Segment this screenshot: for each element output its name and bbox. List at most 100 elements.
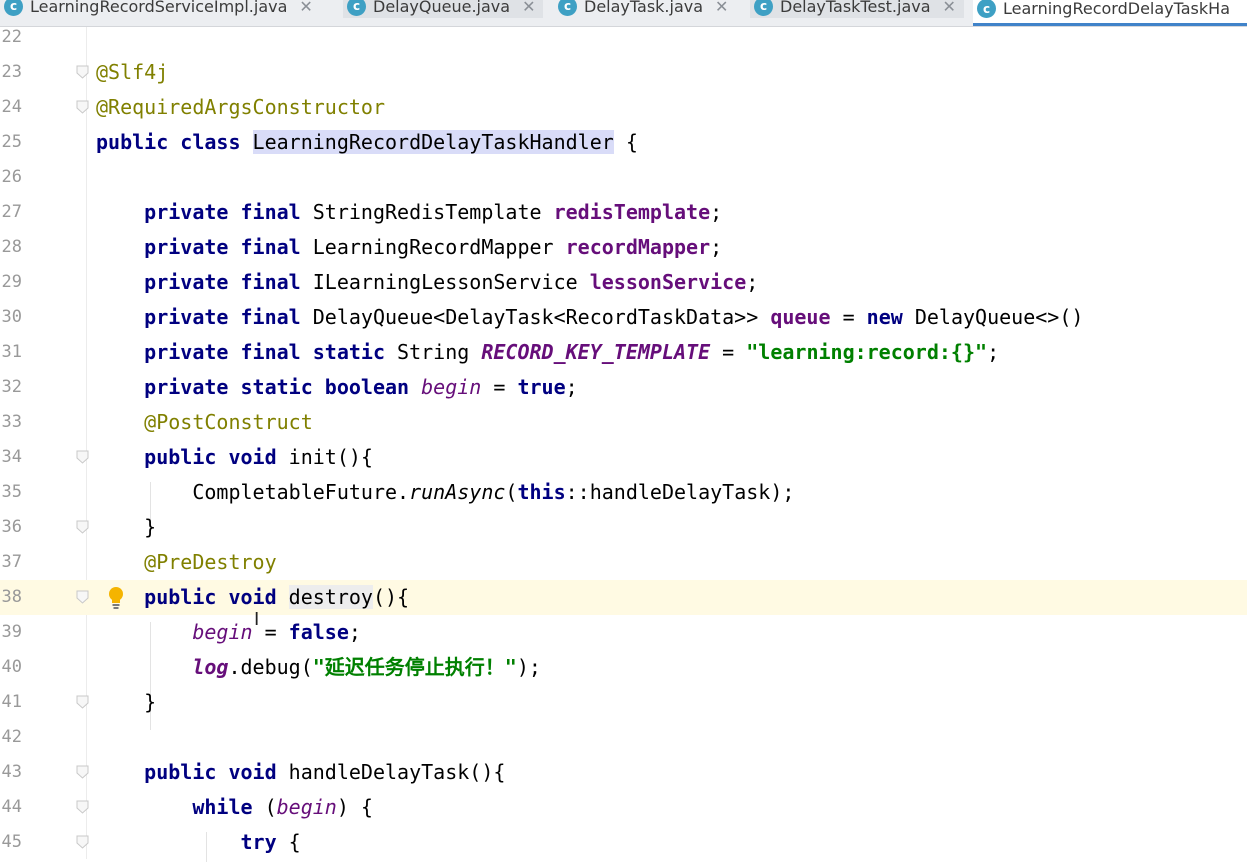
fold-marker-icon[interactable] bbox=[76, 590, 89, 604]
code-line[interactable]: 42 bbox=[0, 720, 1247, 755]
code-token: redisTemplate bbox=[553, 200, 711, 224]
code-token: begin bbox=[192, 620, 253, 644]
code-line[interactable]: 28 private final LearningRecordMapper re… bbox=[0, 230, 1247, 265]
fold-marker-icon[interactable] bbox=[76, 835, 89, 849]
line-number[interactable]: 25 bbox=[0, 125, 22, 160]
code-line[interactable]: 38 public void destroy(){ bbox=[0, 580, 1247, 615]
code-token: begin bbox=[421, 375, 482, 399]
line-number[interactable]: 41 bbox=[0, 685, 22, 720]
line-number[interactable]: 42 bbox=[0, 720, 22, 755]
tab-delay-queue[interactable]: c DelayQueue.java ✕ bbox=[343, 0, 544, 18]
code-line[interactable]: 27 private final StringRedisTemplate red… bbox=[0, 195, 1247, 230]
code-text: private final static String RECORD_KEY_T… bbox=[96, 335, 999, 370]
line-number[interactable]: 23 bbox=[0, 55, 22, 90]
code-line[interactable]: 25 public class LearningRecordDelayTaskHa… bbox=[0, 125, 1247, 160]
line-number[interactable]: 31 bbox=[0, 335, 22, 370]
code-token: } bbox=[96, 515, 157, 539]
fold-marker-icon[interactable] bbox=[76, 800, 89, 814]
line-number[interactable]: 27 bbox=[0, 195, 22, 230]
code-token: private final bbox=[96, 305, 313, 329]
tab-label: LearningRecordDelayTaskHa bbox=[1003, 0, 1230, 18]
line-number[interactable]: 30 bbox=[0, 300, 22, 335]
code-line[interactable]: 35 CompletableFuture.runAsync(this::hand… bbox=[0, 475, 1247, 510]
code-token: @Slf4j bbox=[96, 60, 169, 84]
code-line[interactable]: 36 } bbox=[0, 510, 1247, 545]
code-line[interactable]: 26 bbox=[0, 160, 1247, 195]
line-number[interactable]: 39 bbox=[0, 615, 22, 650]
close-icon[interactable]: ✕ bbox=[299, 0, 312, 16]
code-line[interactable]: 24 @RequiredArgsConstructor bbox=[0, 90, 1247, 125]
code-line[interactable]: 23 @Slf4j bbox=[0, 55, 1247, 90]
line-number[interactable]: 32 bbox=[0, 370, 22, 405]
tab-delay-task[interactable]: c DelayTask.java ✕ bbox=[554, 0, 736, 18]
code-token: ; bbox=[710, 200, 723, 224]
code-token: destroy bbox=[288, 585, 373, 609]
code-text: public class LearningRecordDelayTaskHand… bbox=[96, 125, 638, 160]
code-line[interactable]: 30 private final DelayQueue<DelayTask<Re… bbox=[0, 300, 1247, 335]
line-number[interactable]: 22 bbox=[0, 20, 22, 55]
tab-delay-task-test[interactable]: c DelayTaskTest.java ✕ bbox=[750, 0, 964, 18]
code-text: while (begin) { bbox=[96, 790, 373, 825]
line-number[interactable]: 37 bbox=[0, 545, 22, 580]
code-token: ; bbox=[348, 620, 361, 644]
code-token: ); bbox=[516, 655, 541, 679]
code-token: try bbox=[96, 830, 289, 854]
fold-marker-icon[interactable] bbox=[76, 695, 89, 709]
code-text: public void init(){ bbox=[96, 440, 373, 475]
code-line[interactable]: 44 while (begin) { bbox=[0, 790, 1247, 825]
class-icon: c bbox=[4, 0, 23, 16]
line-number[interactable]: 40 bbox=[0, 650, 22, 685]
code-token: "延迟任务停止执行！" bbox=[312, 655, 517, 679]
fold-marker-icon[interactable] bbox=[76, 765, 89, 779]
line-number[interactable]: 26 bbox=[0, 160, 22, 195]
line-number[interactable]: 29 bbox=[0, 265, 22, 300]
class-icon: c bbox=[977, 0, 996, 18]
tab-learning-record-service-impl[interactable]: c LearningRecordServiceImpl.java ✕ bbox=[0, 0, 321, 18]
code-token: = bbox=[710, 340, 747, 364]
tab-label: LearningRecordServiceImpl.java bbox=[30, 0, 288, 16]
line-number[interactable]: 36 bbox=[0, 510, 22, 545]
fold-marker-icon[interactable] bbox=[76, 100, 89, 114]
line-number[interactable]: 44 bbox=[0, 790, 22, 825]
code-text: private final StringRedisTemplate redisT… bbox=[96, 195, 722, 230]
fold-marker-icon[interactable] bbox=[76, 65, 89, 79]
code-token: } bbox=[96, 690, 157, 714]
code-line[interactable]: 39 begin = false; bbox=[0, 615, 1247, 650]
code-text: public void handleDelayTask(){ bbox=[96, 755, 505, 790]
code-line[interactable]: 34 public void init(){ bbox=[0, 440, 1247, 475]
code-editor[interactable]: 22 23 @Slf4j 24 @RequiredArgsConstructor 25 pu… bbox=[0, 27, 1247, 862]
code-line[interactable]: 29 private final ILearningLessonService … bbox=[0, 265, 1247, 300]
close-icon[interactable]: ✕ bbox=[715, 0, 728, 16]
code-token: = bbox=[481, 375, 518, 399]
code-token: String bbox=[397, 340, 482, 364]
line-number[interactable]: 45 bbox=[0, 825, 22, 860]
code-line[interactable]: 41 } bbox=[0, 685, 1247, 720]
fold-marker-icon[interactable] bbox=[76, 520, 89, 534]
code-line[interactable]: 45 try { bbox=[0, 825, 1247, 860]
code-line[interactable]: 33 @PostConstruct bbox=[0, 405, 1247, 440]
line-number[interactable]: 38 bbox=[0, 580, 22, 615]
line-number[interactable]: 28 bbox=[0, 230, 22, 265]
code-token: false bbox=[288, 620, 349, 644]
line-number[interactable]: 43 bbox=[0, 755, 22, 790]
close-icon[interactable]: ✕ bbox=[943, 0, 956, 16]
class-icon: c bbox=[558, 0, 577, 16]
close-icon[interactable]: ✕ bbox=[522, 0, 535, 16]
code-line[interactable]: 40 log.debug("延迟任务停止执行！"); bbox=[0, 650, 1247, 685]
code-token: handleDelayTask(){ bbox=[288, 760, 506, 784]
fold-marker-icon[interactable] bbox=[76, 450, 89, 464]
code-token: CompletableFuture. bbox=[96, 480, 410, 504]
line-number[interactable]: 35 bbox=[0, 475, 22, 510]
code-token: private final bbox=[96, 200, 313, 224]
code-text: } bbox=[96, 510, 156, 545]
code-line[interactable]: 31 private final static String RECORD_KE… bbox=[0, 335, 1247, 370]
code-line[interactable]: 43 public void handleDelayTask(){ bbox=[0, 755, 1247, 790]
code-text: @PreDestroy bbox=[96, 545, 276, 580]
code-line[interactable]: 22 bbox=[0, 20, 1247, 55]
line-number[interactable]: 24 bbox=[0, 90, 22, 125]
line-number[interactable]: 33 bbox=[0, 405, 22, 440]
code-line[interactable]: 37 @PreDestroy bbox=[0, 545, 1247, 580]
code-line[interactable]: 32 private static boolean begin = true; bbox=[0, 370, 1247, 405]
line-number[interactable]: 34 bbox=[0, 440, 22, 475]
